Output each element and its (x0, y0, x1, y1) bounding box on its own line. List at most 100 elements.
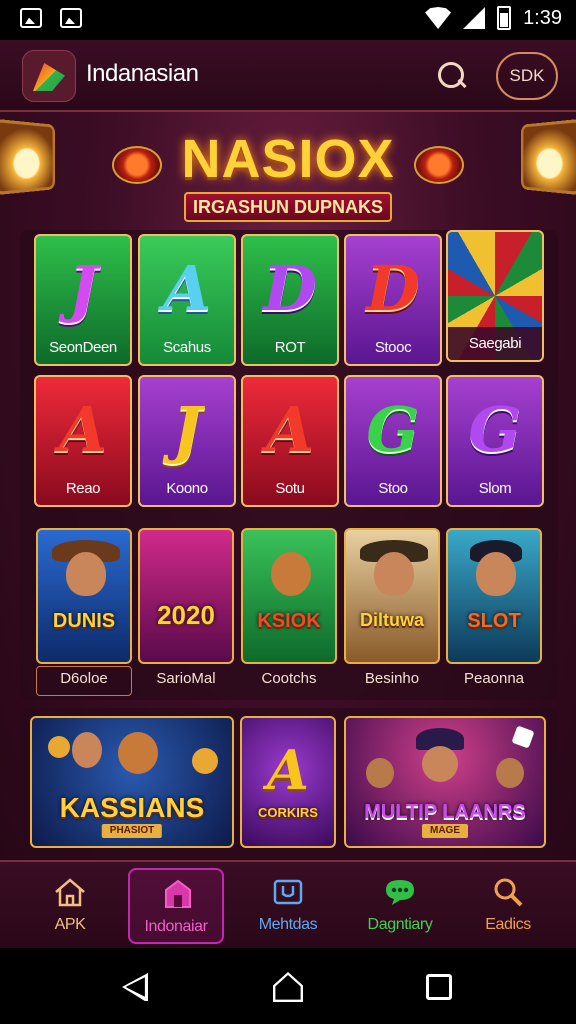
bear-face-icon (118, 732, 158, 774)
game-tile-label: Scahus (163, 339, 211, 356)
promo-card-multiplayer[interactable]: MULTIP LAANRS MAGE (344, 716, 546, 848)
nav-item-indonaiar[interactable]: Indonaiar (128, 868, 224, 944)
media-icon (60, 8, 82, 28)
promo-card-kassians[interactable]: KASSIANS PHASIOT (30, 716, 234, 848)
character-face-icon (374, 552, 414, 596)
recent-apps-icon[interactable] (426, 974, 452, 1000)
letter-a-icon: A (162, 252, 212, 325)
featured-game-label[interactable]: D6oloe (36, 670, 132, 687)
app-screen: Indanasian SDK NASIOX IRGASHUN DUPNAKS J… (0, 40, 576, 948)
nav-item-eadics[interactable]: Eadics (460, 868, 556, 944)
character-face-icon (72, 732, 102, 768)
featured-game-card[interactable]: DUNIS (36, 528, 132, 664)
hero-banner: NASIOX IRGASHUN DUPNAKS (0, 112, 576, 232)
game-tile-label: Stooc (374, 339, 412, 356)
letter-g-icon: G (468, 393, 522, 466)
game-tile[interactable]: G Stoo (344, 375, 442, 507)
search-icon (494, 878, 523, 907)
promo-title: CORKIRS (258, 805, 318, 820)
character-face-icon (496, 758, 524, 788)
promo-subtitle: MAGE (422, 824, 468, 838)
game-tile[interactable]: J Koono (138, 375, 236, 507)
letter-a-icon: A (267, 738, 309, 802)
featured-game-card[interactable]: KSIOK (241, 528, 337, 664)
status-bar: 1:39 (0, 0, 576, 40)
image-icon (20, 8, 42, 28)
nav-item-mehtdas[interactable]: Mehtdas (240, 868, 336, 944)
featured-game-label[interactable]: Cootchs (241, 670, 337, 687)
coin-icon (48, 736, 70, 758)
game-tile[interactable]: D ROT (241, 234, 339, 366)
featured-art-text: DUNIS (52, 610, 116, 632)
game-tile-label: SeonDeen (49, 339, 117, 356)
nav-item-dagntiary[interactable]: Dagntiary (352, 868, 448, 944)
character-face-icon (66, 552, 106, 596)
nav-label: Indonaiar (144, 918, 208, 935)
game-tile-roulette[interactable]: Saegabi (446, 230, 544, 362)
character-face-icon (366, 758, 394, 788)
game-tile-label: Saegabi (448, 327, 542, 360)
letter-j-icon: J (68, 252, 98, 325)
character-face-icon (422, 746, 458, 782)
home-icon[interactable] (273, 972, 303, 1002)
nav-item-apk[interactable]: APK (22, 868, 118, 944)
featured-art-text: Diltuwa (359, 610, 424, 630)
lamp-icon (521, 118, 576, 196)
back-icon[interactable] (120, 972, 150, 1002)
letter-a-icon: A (265, 393, 315, 466)
search-icon[interactable] (436, 60, 468, 92)
nav-label: Eadics (485, 916, 531, 933)
dice-icon (511, 725, 535, 749)
game-tile-label: Stoo (378, 480, 408, 497)
app-title: Indanasian (86, 60, 199, 87)
promo-title: MULTIP LAANRS (364, 801, 526, 823)
lamp-icon (0, 118, 55, 196)
banner-title: NASIOX (181, 129, 395, 189)
letter-g-icon: G (366, 393, 420, 466)
wifi-icon (425, 7, 452, 29)
game-tile[interactable]: G Slom (446, 375, 544, 507)
featured-game-card[interactable]: Diltuwa (344, 528, 440, 664)
app-bar: Indanasian SDK (0, 40, 576, 112)
letter-d-icon: D (263, 252, 317, 325)
game-tile-label: Slom (478, 480, 512, 497)
letter-j-icon: J (172, 393, 202, 466)
shop-icon (165, 879, 191, 908)
home-outline-icon (55, 878, 85, 907)
game-tile-label: ROT (274, 339, 306, 356)
banner-frame: NASIOX IRGASHUN DUPNAKS (112, 124, 464, 224)
letter-d-icon: D (366, 252, 420, 325)
battery-icon (497, 6, 512, 30)
letter-a-icon: A (58, 393, 108, 466)
clock: 1:39 (523, 6, 562, 29)
featured-game-label[interactable]: Besinho (344, 670, 440, 687)
app-logo-icon[interactable] (22, 50, 76, 102)
chat-icon (386, 880, 414, 905)
nav-label: Mehtdas (258, 916, 318, 933)
featured-game-label[interactable]: Peaonna (446, 670, 542, 687)
game-tile[interactable]: A Reao (34, 375, 132, 507)
nav-label: APK (54, 916, 86, 933)
featured-game-label[interactable]: SarioMal (138, 670, 234, 687)
featured-art-text: KSIOK (257, 610, 321, 632)
featured-game-card[interactable]: 2020 (138, 528, 234, 664)
bottom-navigation: APK Indonaiar Mehtdas Dagntiary Eadics (0, 860, 576, 948)
nav-label: Dagntiary (367, 916, 433, 933)
game-tile[interactable]: A Sotu (241, 375, 339, 507)
game-tile[interactable]: A Scahus (138, 234, 236, 366)
coin-icon (192, 748, 218, 774)
game-tile-label: Koono (166, 480, 208, 497)
system-navigation-bar (0, 948, 576, 1024)
character-face-icon (476, 552, 516, 596)
promo-card-corkirs[interactable]: A CORKIRS (240, 716, 336, 848)
game-tile-label: Sotu (275, 480, 305, 497)
device-icon (273, 879, 303, 905)
banner-subtitle: IRGASHUN DUPNAKS (184, 192, 392, 222)
bear-face-icon (271, 552, 311, 596)
promo-subtitle: PHASIOT (101, 824, 163, 838)
game-tile[interactable]: D Stooc (344, 234, 442, 366)
game-tile[interactable]: J SeonDeen (34, 234, 132, 366)
game-tile-label: Reao (65, 480, 101, 497)
sdk-button[interactable]: SDK (496, 52, 558, 100)
featured-game-card[interactable]: SLOT (446, 528, 542, 664)
